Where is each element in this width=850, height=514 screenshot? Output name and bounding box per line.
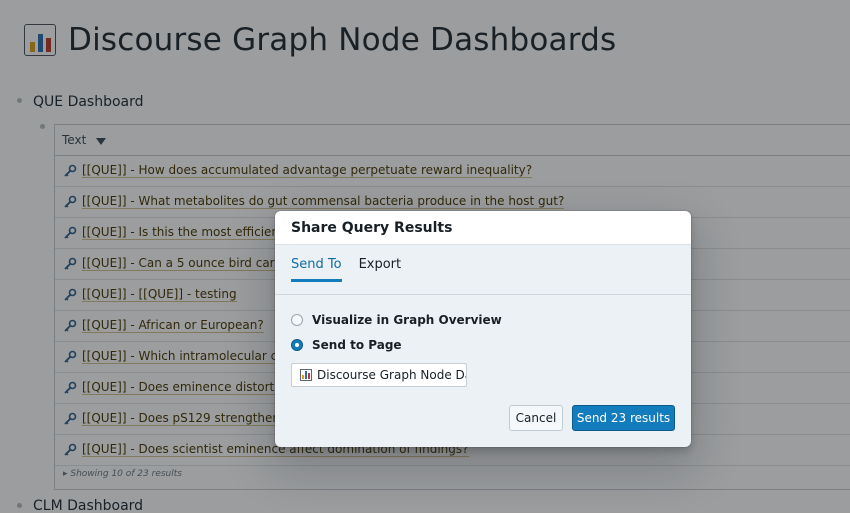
page-select-value: Discourse Graph Node Da — [317, 368, 467, 382]
option-send-to-page[interactable]: Send to Page — [291, 338, 402, 352]
dialog-title: Share Query Results — [291, 219, 453, 236]
send-results-button[interactable]: Send 23 results — [572, 405, 675, 431]
radio-visualize-graph[interactable] — [291, 314, 303, 326]
tab-send-to[interactable]: Send To — [291, 257, 342, 282]
tab-export[interactable]: Export — [359, 257, 402, 282]
cancel-button[interactable]: Cancel — [509, 405, 563, 431]
dialog-header: Share Query Results — [275, 211, 691, 245]
radio-send-to-page[interactable] — [291, 339, 303, 351]
option-send-to-page-label: Send to Page — [312, 338, 402, 352]
dialog-tabs: Send To Export — [291, 257, 401, 282]
option-visualize-graph-label: Visualize in Graph Overview — [312, 313, 502, 327]
tabs-divider — [275, 294, 691, 295]
bar-chart-icon — [300, 369, 312, 381]
page-select-input[interactable]: Discourse Graph Node Da — [291, 363, 467, 387]
share-query-results-dialog: Share Query Results Send To Export Visua… — [275, 211, 691, 447]
option-visualize-graph[interactable]: Visualize in Graph Overview — [291, 313, 502, 327]
